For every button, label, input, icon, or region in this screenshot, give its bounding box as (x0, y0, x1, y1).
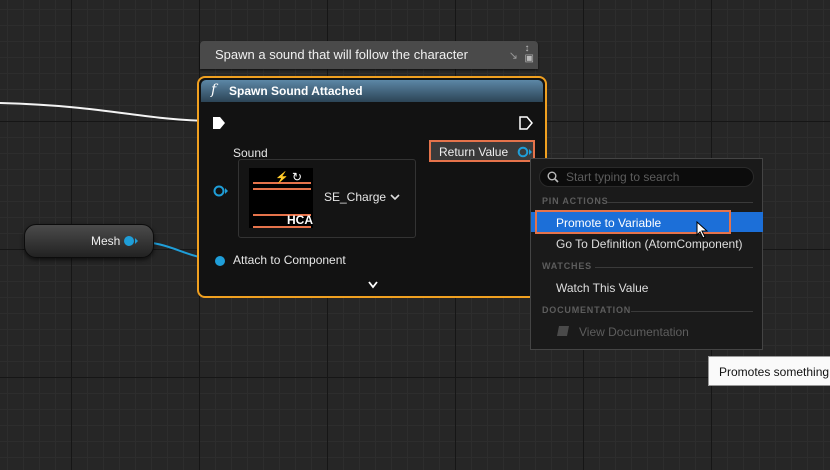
sound-pin-label: Sound (233, 146, 268, 160)
node-title: Spawn Sound Attached (229, 84, 363, 98)
sound-asset-thumbnail: ⚡ ↻ HCA (249, 168, 313, 228)
comment-toggle-icon[interactable]: ↕ ▣ (525, 44, 534, 64)
thumbnail-label: HCA (287, 213, 313, 227)
comment-pin-icon[interactable]: ↘ (509, 49, 518, 62)
section-divider (631, 311, 753, 312)
asset-dropdown-chevron-icon[interactable] (390, 194, 400, 201)
sound-asset-picker[interactable]: ⚡ ↻ HCA SE_Charge (238, 159, 416, 238)
exec-wire (0, 102, 214, 122)
exec-in-pin-icon[interactable] (212, 116, 226, 130)
menu-search-field[interactable]: Start typing to search (539, 167, 754, 187)
mesh-output-pin-icon[interactable] (123, 235, 139, 247)
thumbnail-glyph-icon: ⚡ (275, 172, 289, 184)
function-icon: f (211, 82, 217, 98)
tooltip-text: Promotes something (719, 365, 830, 379)
sound-input-pin-icon[interactable] (213, 184, 229, 198)
node-comment-bubble[interactable]: Spawn a sound that will follow the chara… (200, 41, 538, 69)
section-divider (595, 267, 753, 268)
section-watches: WATCHES (542, 261, 592, 271)
return-value-pin-icon[interactable] (517, 146, 533, 158)
mesh-label: Mesh (91, 234, 121, 248)
return-value-label: Return Value (439, 145, 509, 159)
tooltip: Promotes something (708, 356, 830, 386)
node-header[interactable]: f Spawn Sound Attached (201, 80, 543, 102)
search-placeholder: Start typing to search (566, 170, 680, 184)
menu-item-watch-this-value[interactable]: Watch This Value (556, 281, 648, 295)
menu-item-go-to-definition[interactable]: Go To Definition (AtomComponent) (556, 237, 743, 251)
section-pin-actions: PIN ACTIONS (542, 196, 609, 206)
spawn-sound-attached-node[interactable]: f Spawn Sound Attached Sound ⚡ ↻ HCA SE_… (197, 76, 547, 298)
mesh-variable-node[interactable]: Mesh (24, 224, 154, 258)
section-documentation: DOCUMENTATION (542, 305, 632, 315)
section-divider (607, 202, 753, 203)
search-icon (547, 171, 559, 183)
attach-input-pin-icon[interactable] (213, 254, 227, 268)
thumbnail-loop-icon: ↻ (292, 170, 303, 184)
sound-asset-name: SE_Charge (324, 190, 387, 204)
attach-pin-label: Attach to Component (233, 253, 346, 267)
menu-item-view-documentation[interactable]: View Documentation (579, 325, 689, 339)
exec-out-pin-icon[interactable] (519, 116, 533, 130)
documentation-book-icon (557, 326, 569, 336)
return-value-pin[interactable]: Return Value (429, 140, 535, 162)
expand-advanced-chevron-icon[interactable] (368, 281, 378, 289)
pin-context-menu: Start typing to search PIN ACTIONS Promo… (530, 158, 763, 350)
comment-text: Spawn a sound that will follow the chara… (215, 47, 468, 62)
